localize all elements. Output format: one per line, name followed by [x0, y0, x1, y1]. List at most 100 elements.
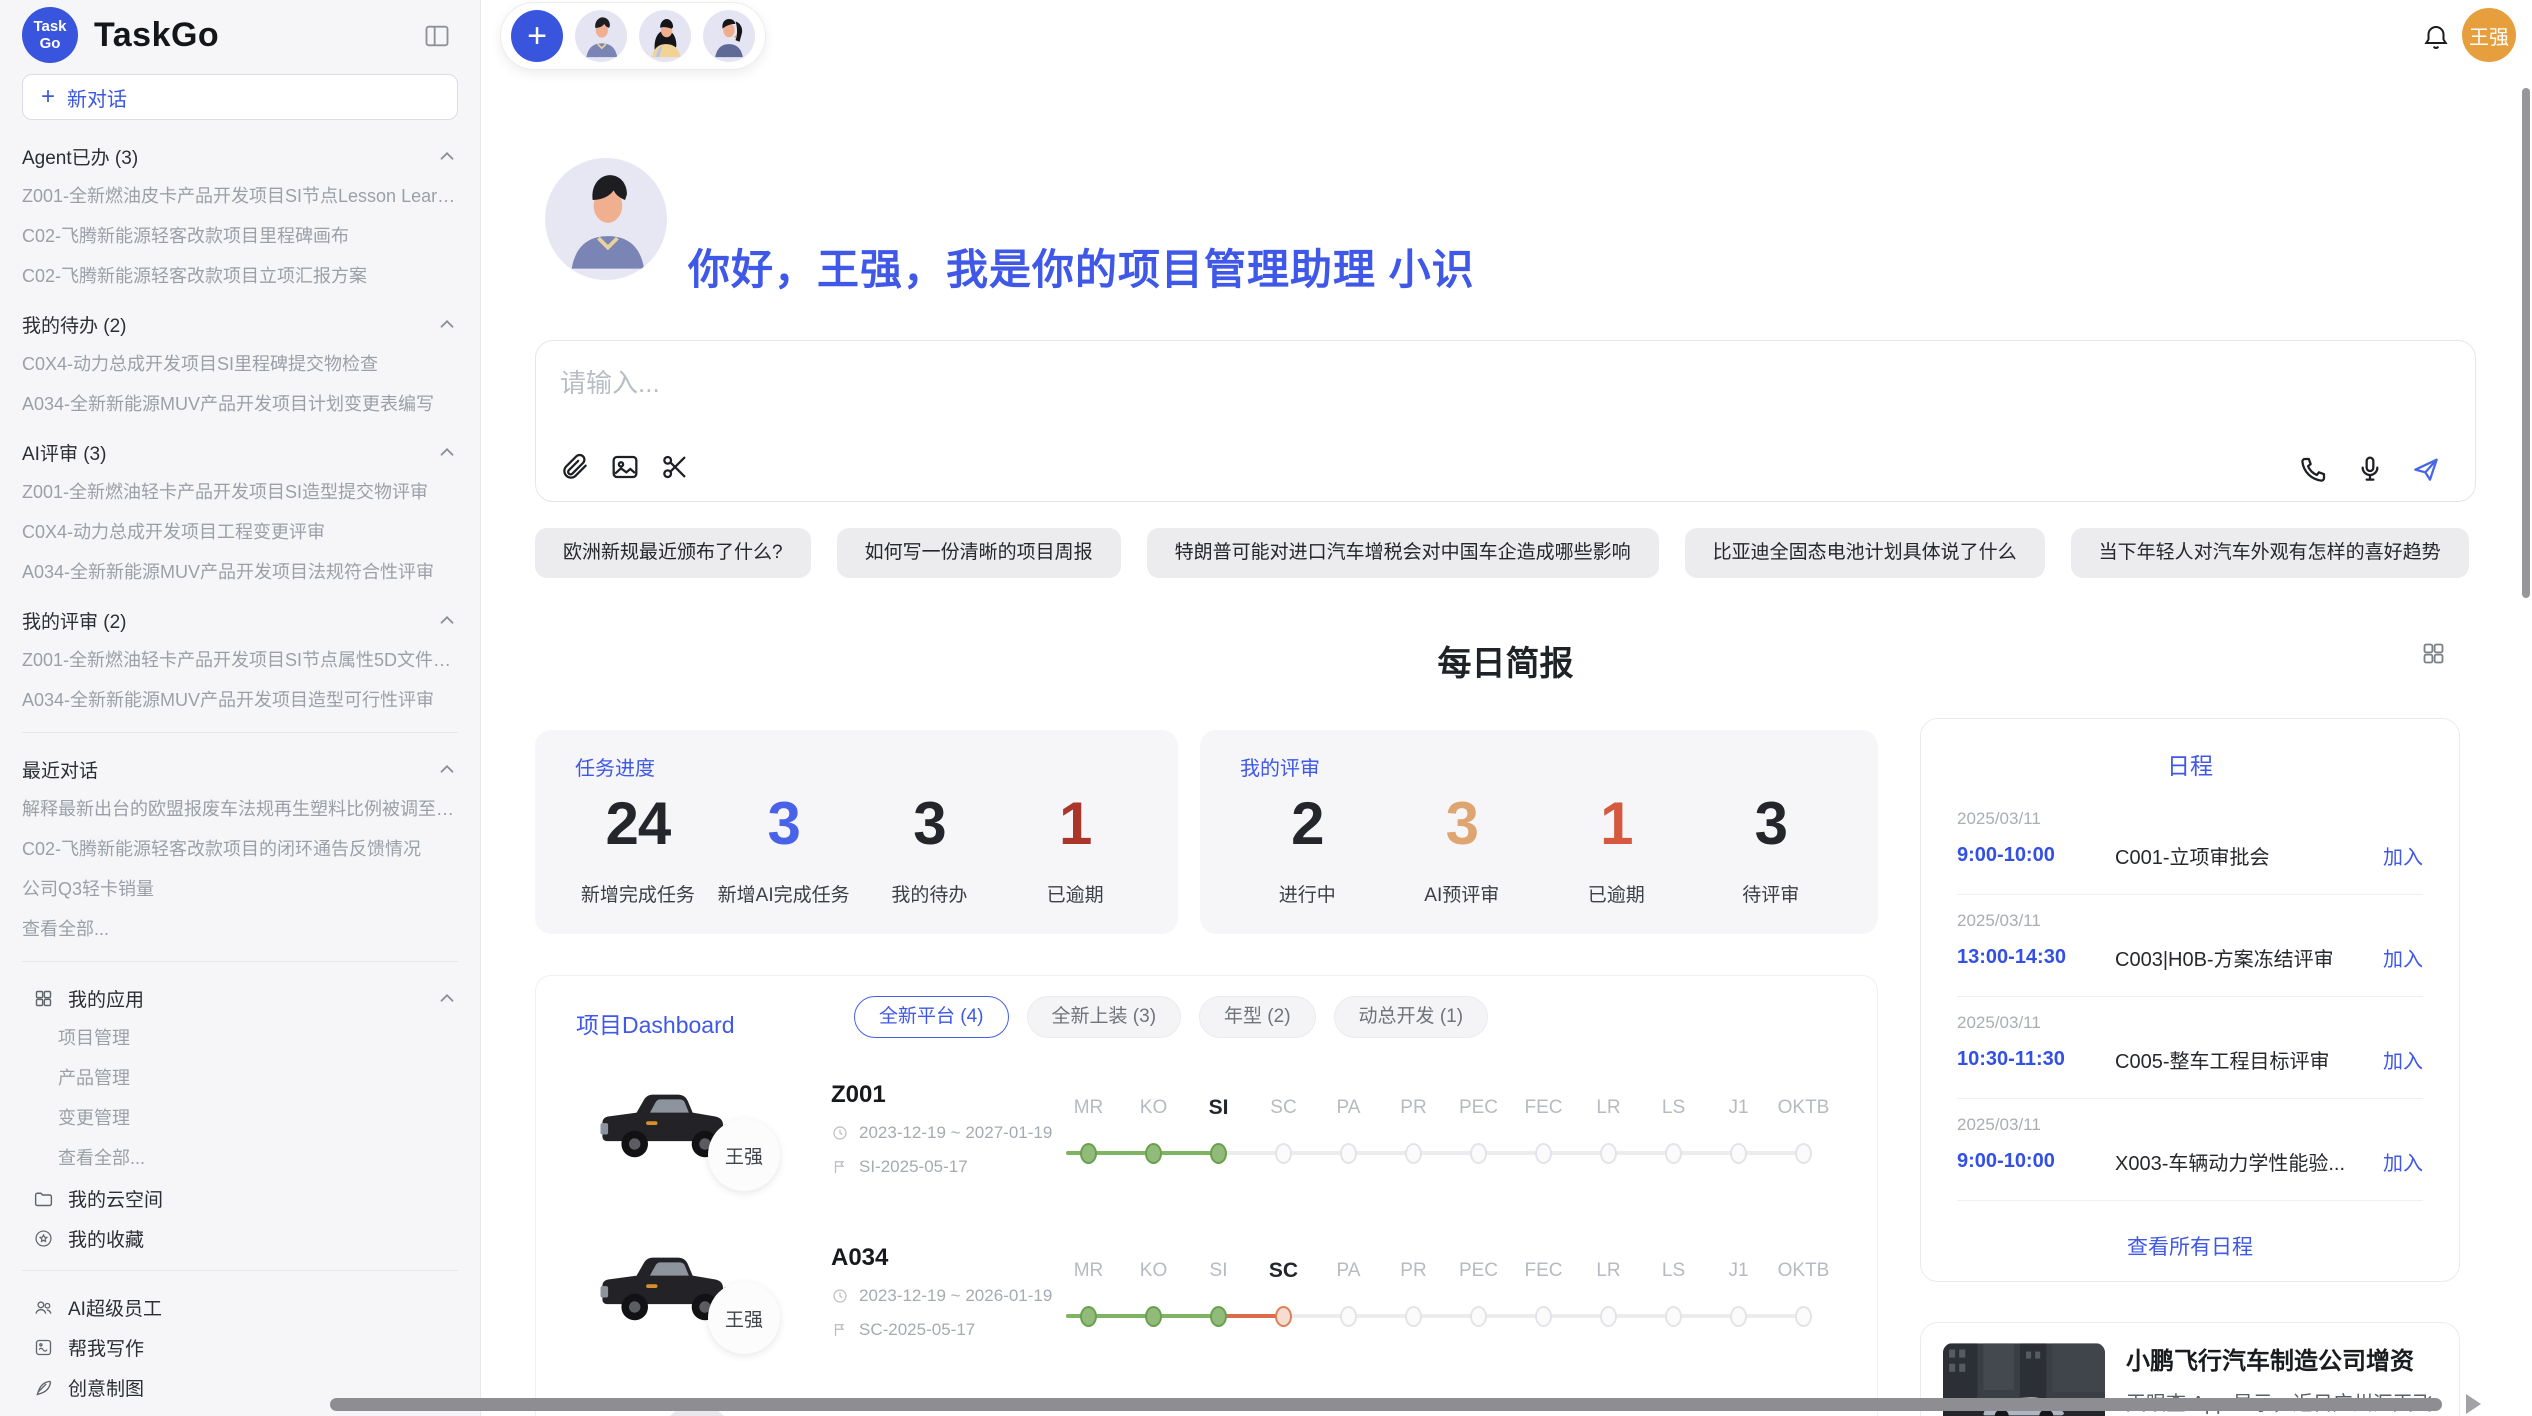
app-name: TaskGo [94, 16, 219, 55]
sidebar-task-item[interactable]: C0X4-动力总成开发项目工程变更评审 [22, 520, 458, 544]
recent-chat-item[interactable]: 公司Q3轻卡销量 [22, 877, 458, 901]
sidebar-item-favorites[interactable]: 我的收藏 [22, 1226, 458, 1250]
sidebar-task-item[interactable]: C02-飞腾新能源轻客改款项目里程碑画布 [22, 224, 458, 248]
recent-chat-item[interactable]: C02-飞腾新能源轻客改款项目的闭环通告反馈情况 [22, 837, 458, 861]
suggestion-chip[interactable]: 特朗普可能对进口汽车增税会对中国车企造成哪些影响 [1147, 528, 1659, 578]
tab-new-platform[interactable]: 全新平台 (4) [854, 996, 1009, 1038]
suggestion-chip[interactable]: 比亚迪全固态电池计划具体说了什么 [1685, 528, 2045, 578]
collapse-sidebar-button[interactable] [420, 22, 454, 52]
group-title: Agent已办 (3) [22, 143, 138, 170]
group-header[interactable]: 我的待办 (2) [22, 312, 458, 336]
sidebar-task-item[interactable]: A034-全新新能源MUV产品开发项目法规符合性评审 [22, 560, 458, 584]
tab-powertrain[interactable]: 动总开发 (1) [1334, 996, 1489, 1038]
project-row[interactable]: 王强 Z001 2023-12-19 ~ 2027-01-19 SI-2025-… [536, 1071, 1877, 1231]
suggestion-chip[interactable]: 当下年轻人对汽车外观有怎样的喜好趋势 [2071, 528, 2469, 578]
attach-file-button[interactable] [558, 451, 592, 485]
chevron-up-icon[interactable] [436, 609, 458, 631]
user-avatar[interactable]: 王强 [2462, 8, 2516, 62]
project-info: A034 2023-12-19 ~ 2026-01-19 SC-2025-05-… [831, 1244, 1052, 1340]
chevron-up-icon[interactable] [436, 145, 458, 167]
chevron-up-icon[interactable] [436, 441, 458, 463]
chevron-up-icon[interactable] [436, 987, 458, 1009]
group-header[interactable]: 我的应用 [22, 986, 458, 1010]
schedule-item[interactable]: 2025/03/11 13:00-14:30 C003|H0B-方案冻结评审 加… [1957, 895, 2423, 997]
chat-composer[interactable]: 请输入... [535, 340, 2476, 502]
join-meeting-link[interactable]: 加入 [2383, 1045, 2423, 1074]
join-meeting-link[interactable]: 加入 [2383, 841, 2423, 870]
star-badge-icon [33, 1228, 54, 1249]
suggestion-chip[interactable]: 如何写一份清晰的项目周报 [837, 528, 1121, 578]
tab-new-body[interactable]: 全新上装 (3) [1027, 996, 1182, 1038]
sidebar-task-item[interactable]: C0X4-动力总成开发项目SI里程碑提交物检查 [22, 352, 458, 376]
agent-avatar[interactable] [639, 10, 691, 62]
sidebar-group-my-todo: 我的待办 (2) C0X4-动力总成开发项目SI里程碑提交物检查 A034-全新… [22, 312, 458, 416]
schedule-item[interactable]: 2025/03/11 9:00-10:00 C001-立项审批会 加入 [1957, 793, 2423, 895]
horizontal-scrollbar[interactable] [330, 1398, 2442, 1411]
join-meeting-link[interactable]: 加入 [2383, 1147, 2423, 1176]
suggestion-chip[interactable]: 欧洲新规最近颁布了什么? [535, 528, 811, 578]
schedule-item[interactable]: 2025/03/11 10:30-11:30 C005-整车工程目标评审 加入 [1957, 997, 2423, 1099]
notifications-button[interactable] [2420, 22, 2452, 54]
sidebar-item-creative-drawing[interactable]: 创意制图 [22, 1375, 458, 1399]
group-title: AI评审 (3) [22, 439, 106, 466]
item-label: 帮我写作 [68, 1334, 144, 1361]
composer-right-actions [2297, 453, 2443, 487]
new-chat-button[interactable]: + 新对话 [22, 74, 458, 120]
scroll-right-arrow-icon[interactable] [2466, 1394, 2481, 1414]
sidebar-item-help-me-write[interactable]: 帮我写作 [22, 1335, 458, 1359]
voice-call-button[interactable] [2297, 453, 2331, 487]
person-illustration [575, 10, 627, 62]
join-meeting-link[interactable]: 加入 [2383, 943, 2423, 972]
sidebar-group-recent: 最近对话 解释最新出台的欧盟报废车法规再生塑料比例被调至15%... C02-飞… [22, 757, 458, 941]
send-button[interactable] [2409, 453, 2443, 487]
milestone-dot [1340, 1143, 1357, 1164]
recent-chat-item[interactable]: 解释最新出台的欧盟报废车法规再生塑料比例被调至15%... [22, 797, 458, 821]
sidebar-task-item[interactable]: A034-全新新能源MUV产品开发项目造型可行性评审 [22, 688, 458, 712]
grid-layout-icon [2420, 640, 2447, 667]
group-header[interactable]: 我的评审 (2) [22, 608, 458, 632]
group-title: 我的评审 (2) [22, 607, 127, 634]
schedule-item[interactable]: 2025/03/11 9:00-10:00 X003-车辆动力学性能验... 加… [1957, 1099, 2423, 1201]
sketch-icon [33, 1337, 54, 1358]
milestone-dot [1665, 1143, 1682, 1164]
sidebar-task-item[interactable]: Z001-全新燃油皮卡产品开发项目SI节点Lesson Learn报告 [22, 184, 458, 208]
app-link-product-mgmt[interactable]: 产品管理 [58, 1066, 458, 1090]
voice-input-button[interactable] [2353, 453, 2387, 487]
project-dates: 2023-12-19 ~ 2027-01-19 [831, 1123, 1052, 1143]
folder-icon [33, 1188, 54, 1209]
sidebar-item-ai-super-staff[interactable]: AI超级员工 [22, 1295, 458, 1319]
sidebar-divider [22, 961, 458, 962]
view-all-schedule-link[interactable]: 查看所有日程 [1921, 1231, 2459, 1261]
tab-model-year[interactable]: 年型 (2) [1199, 996, 1316, 1038]
sidebar: Task Go TaskGo + 新对话 Agent已办 (3) Z001-全新… [0, 0, 481, 1416]
project-owner-badge: 王强 [708, 1119, 780, 1191]
app-link-project-mgmt[interactable]: 项目管理 [58, 1026, 458, 1050]
chevron-up-icon[interactable] [436, 313, 458, 335]
scissors-icon [659, 451, 691, 483]
flag-icon [831, 1321, 849, 1339]
sidebar-task-item[interactable]: Z001-全新燃油轻卡产品开发项目SI造型提交物评审 [22, 480, 458, 504]
sidebar-task-item[interactable]: Z001-全新燃油轻卡产品开发项目SI节点属性5D文件评审 [22, 648, 458, 672]
group-header[interactable]: 最近对话 [22, 757, 458, 781]
group-header[interactable]: Agent已办 (3) [22, 144, 458, 168]
app-link-change-mgmt[interactable]: 变更管理 [58, 1106, 458, 1130]
agent-avatar[interactable] [575, 10, 627, 62]
screenshot-button[interactable] [658, 451, 692, 485]
app-logo: Task Go [22, 7, 78, 63]
vertical-scrollbar[interactable] [2522, 88, 2530, 598]
sidebar-task-item[interactable]: C02-飞腾新能源轻客改款项目立项汇报方案 [22, 264, 458, 288]
group-header[interactable]: AI评审 (3) [22, 440, 458, 464]
chevron-up-icon[interactable] [436, 758, 458, 780]
sidebar-item-cloud-space[interactable]: 我的云空间 [22, 1186, 458, 1210]
sidebar-group-my-apps: 我的应用 项目管理 产品管理 变更管理 查看全部... [22, 986, 458, 1170]
add-session-button[interactable]: + [511, 10, 563, 62]
milestone-dot [1470, 1306, 1487, 1327]
sidebar-task-item[interactable]: A034-全新新能源MUV产品开发项目计划变更表编写 [22, 392, 458, 416]
apps-view-all-link[interactable]: 查看全部... [58, 1146, 458, 1170]
project-info: Z001 2023-12-19 ~ 2027-01-19 SI-2025-05-… [831, 1081, 1052, 1177]
insert-image-button[interactable] [608, 451, 642, 485]
recent-view-all-link[interactable]: 查看全部... [22, 917, 458, 941]
briefing-layout-button[interactable] [2418, 640, 2448, 670]
agent-avatar[interactable] [703, 10, 755, 62]
project-row[interactable]: 王强 A034 2023-12-19 ~ 2026-01-19 SC-2025-… [536, 1234, 1877, 1394]
